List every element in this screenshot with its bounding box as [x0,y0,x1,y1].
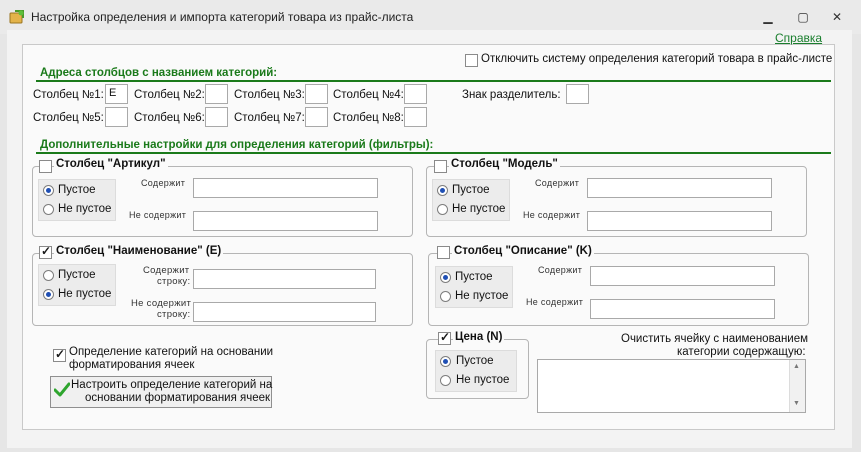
column-8-label: Столбец №8: [333,112,404,124]
model-radio-empty[interactable] [437,185,448,196]
article-contains-label: Содержит [141,178,186,188]
article-radio-not-empty-label: Не пустое [58,203,112,215]
column-2-input[interactable] [205,84,228,104]
article-checkbox[interactable] [39,160,52,173]
checkmark-icon [53,382,71,398]
minimize-button[interactable]: ▁ [754,7,782,27]
column-1-input[interactable]: E [105,84,128,104]
column-3-label: Столбец №3: [234,89,305,101]
addresses-divider [36,80,831,82]
model-radio-empty-label: Пустое [452,184,490,196]
name-not-contains-label-2: строку: [157,309,191,320]
model-contains-input[interactable] [587,178,772,198]
price-radio-empty[interactable] [440,356,451,367]
clear-cell-label-2: категории содержащую: [677,346,806,358]
help-link[interactable]: Справка [775,31,822,45]
model-group-title: Столбец "Модель" [449,158,560,170]
price-radio-not-empty[interactable] [440,375,451,386]
description-contains-input[interactable] [590,266,775,286]
name-checkbox[interactable] [39,244,52,259]
model-contains-label: Содержит [535,178,580,188]
column-2-label: Столбец №2: [134,89,205,101]
disable-system-label: Отключить систему определения категорий … [481,53,833,65]
article-group-title: Столбец "Артикул" [54,158,168,170]
column-4-label: Столбец №4: [333,89,404,101]
window-title: Настройка определения и импорта категори… [31,10,414,24]
description-radio-not-empty[interactable] [440,291,451,302]
article-contains-input[interactable] [193,178,378,198]
addresses-section-title: Адреса столбцов с названием категорий: [40,67,278,79]
scroll-down-icon[interactable]: ▼ [793,400,800,407]
article-not-contains-label: Не содержит [129,210,187,220]
configure-formatting-label-1: Настроить определение категорий на [71,379,273,391]
name-contains-label-1: Содержит [143,265,190,276]
name-not-contains-input[interactable] [193,302,376,322]
column-1-label: Столбец №1: [33,89,104,101]
name-not-contains-label-1: Не содержит [131,298,192,309]
article-not-contains-input[interactable] [193,211,378,231]
article-radio-empty[interactable] [43,185,54,196]
model-radio-not-empty[interactable] [437,204,448,215]
clear-cell-value [540,362,785,408]
formatting-checkbox-label-1: Определение категорий на основании [69,346,274,358]
clear-cell-scrollbar[interactable]: ▲ ▼ [789,360,805,412]
clear-cell-label-1: Очистить ячейку с наименованием [621,333,809,345]
price-checkbox[interactable] [438,330,451,345]
close-button[interactable]: ✕ [823,7,851,27]
description-checkbox[interactable] [437,246,450,259]
column-5-input[interactable] [105,107,128,127]
model-not-contains-input[interactable] [587,211,772,231]
column-7-input[interactable] [305,107,328,127]
article-radio-not-empty[interactable] [43,204,54,215]
column-5-label: Столбец №5: [33,112,104,124]
description-not-contains-label: Не содержит [526,297,584,307]
price-radio-not-empty-label: Не пустое [456,374,510,386]
name-radio-not-empty[interactable] [43,289,54,300]
model-radio-not-empty-label: Не пустое [452,203,506,215]
name-group-title: Столбец "Наименование" (E) [54,245,224,257]
description-contains-label: Содержит [538,265,583,275]
column-4-input[interactable] [404,84,427,104]
description-not-contains-input[interactable] [590,299,775,319]
filters-divider [36,152,831,154]
description-radio-empty-label: Пустое [455,271,493,283]
column-6-label: Столбец №6: [134,112,205,124]
filters-section-title: Дополнительные настройки для определения… [40,139,434,151]
separator-input[interactable] [566,84,589,104]
article-radio-empty-label: Пустое [58,184,96,196]
separator-label: Знак разделитель: [462,89,561,101]
description-group-title: Столбец "Описание" (K) [452,245,594,257]
name-radio-not-empty-label: Не пустое [58,288,112,300]
configure-formatting-label-2: основании форматирования ячеек [85,392,271,404]
column-7-label: Столбец №7: [234,112,305,124]
price-group-title: Цена (N) [453,331,505,343]
name-contains-label-2: строку: [157,276,191,287]
app-icon [9,9,25,25]
formatting-checkbox[interactable] [53,347,66,362]
disable-system-checkbox[interactable] [465,54,478,67]
price-radio-empty-label: Пустое [456,355,494,367]
column-6-input[interactable] [205,107,228,127]
description-radio-empty[interactable] [440,272,451,283]
column-8-input[interactable] [404,107,427,127]
formatting-checkbox-label-2: форматирования ячеек [69,359,195,371]
scroll-up-icon[interactable]: ▲ [793,363,800,370]
model-not-contains-label: Не содержит [523,210,581,220]
name-radio-empty[interactable] [43,270,54,281]
description-radio-not-empty-label: Не пустое [455,290,509,302]
name-contains-input[interactable] [193,269,376,289]
maximize-button[interactable]: ▢ [789,7,817,27]
name-radio-empty-label: Пустое [58,269,96,281]
model-checkbox[interactable] [434,160,447,173]
column-3-input[interactable] [305,84,328,104]
